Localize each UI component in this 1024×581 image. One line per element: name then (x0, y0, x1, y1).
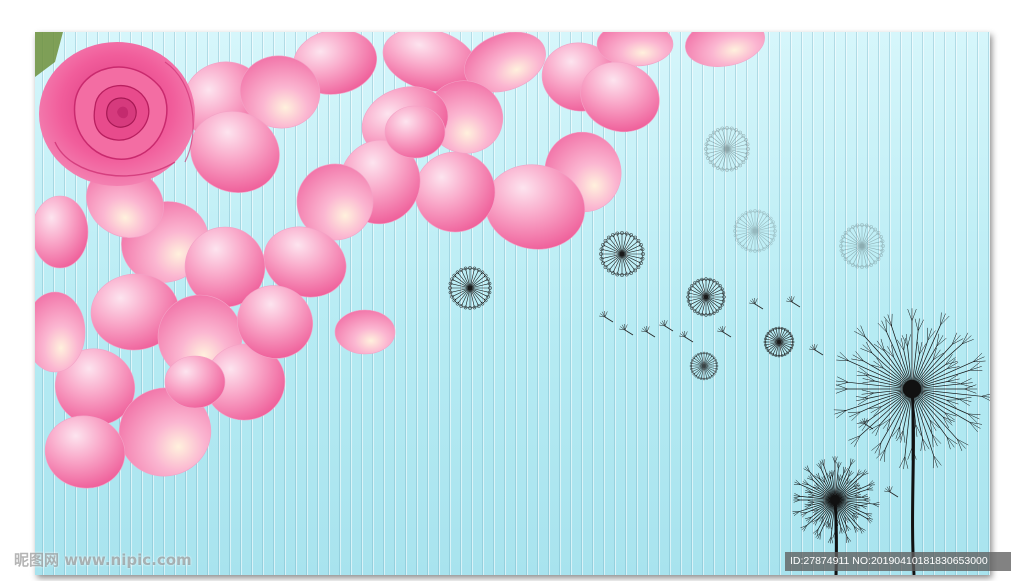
dandelion-seed (749, 297, 764, 310)
dandelion-seed-head (733, 209, 777, 253)
dandelion-seed (679, 330, 694, 343)
dandelion-seed (659, 319, 674, 332)
rose-petal (44, 415, 126, 489)
rose-flower (35, 32, 195, 186)
rose-petals-cluster (35, 32, 765, 489)
dandelion-seed-head (689, 351, 719, 381)
dandelion-seed-head (704, 126, 750, 172)
nipic-watermark: 昵图网 www.nipic.com (14, 551, 192, 569)
rose-petal (685, 32, 765, 67)
artwork-canvas (35, 32, 990, 575)
dandelion-seed (599, 310, 614, 323)
rose-petal (164, 355, 226, 409)
rose-petal (384, 105, 446, 159)
dandelion-seed (809, 343, 824, 356)
rose-petal (334, 309, 396, 355)
rose-petal (35, 195, 89, 269)
dandelion-seed-head (763, 326, 795, 358)
dandelion-seed (884, 485, 899, 498)
dandelion-seed (641, 325, 656, 338)
image-id-bar: ID:27874911 NO:20190410181830653000 (785, 552, 1011, 571)
dandelion-seed (859, 417, 874, 430)
dandelion-seed (786, 295, 801, 308)
dandelion-seed (717, 325, 732, 338)
dandelion-seed-head (599, 231, 645, 277)
dandelion-seed-head (448, 266, 492, 310)
rose-petal (414, 151, 496, 233)
dandelion-seed-head (686, 277, 726, 317)
dandelion-seed (619, 323, 634, 336)
dandelion-large (833, 308, 990, 575)
dandelion-seed-head (839, 223, 885, 269)
wallpaper-artwork (35, 32, 990, 575)
